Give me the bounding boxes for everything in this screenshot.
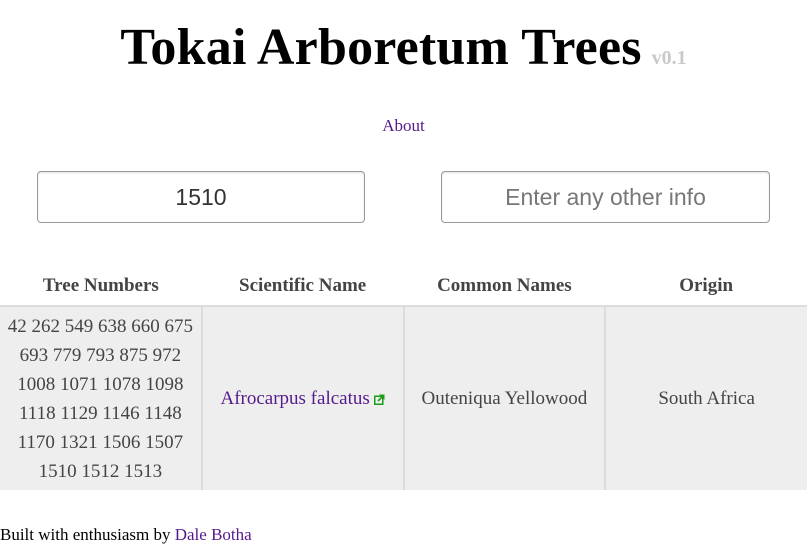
external-link-icon <box>373 385 385 414</box>
tree-number-input[interactable] <box>37 171 365 223</box>
about-link[interactable]: About <box>382 116 425 135</box>
scientific-name-text: Afrocarpus falcatus <box>220 387 370 409</box>
column-header-scientific-name: Scientific Name <box>201 267 404 307</box>
about-nav: About <box>0 116 807 136</box>
tree-numbers-cell: 42 262 549 638 660 675 693 779 793 875 9… <box>0 306 203 490</box>
common-names-cell: Outeniqua Yellowood <box>403 306 607 490</box>
version-badge: v0.1 <box>651 47 687 69</box>
column-header-origin: Origin <box>605 267 807 307</box>
trees-table: Tree Numbers Scientific Name Common Name… <box>0 267 807 490</box>
column-header-common-names: Common Names <box>403 267 606 307</box>
column-header-tree-numbers: Tree Numbers <box>0 267 202 307</box>
table-header-row: Tree Numbers Scientific Name Common Name… <box>0 267 807 307</box>
page-header: Tokai Arboretum Trees v0.1 <box>0 18 807 77</box>
footer-text: Built with enthusiasm by <box>0 525 175 544</box>
footer: Built with enthusiasm by Dale Botha <box>0 525 252 545</box>
table-row: 42 262 549 638 660 675 693 779 793 875 9… <box>0 306 807 490</box>
author-link[interactable]: Dale Botha <box>175 525 252 544</box>
other-info-input[interactable] <box>441 171 770 223</box>
origin-cell: South Africa <box>605 306 807 490</box>
scientific-name-cell: Afrocarpus falcatus <box>201 306 405 490</box>
page-title: Tokai Arboretum Trees <box>120 19 642 76</box>
scientific-name-link[interactable]: Afrocarpus falcatus <box>220 387 385 409</box>
